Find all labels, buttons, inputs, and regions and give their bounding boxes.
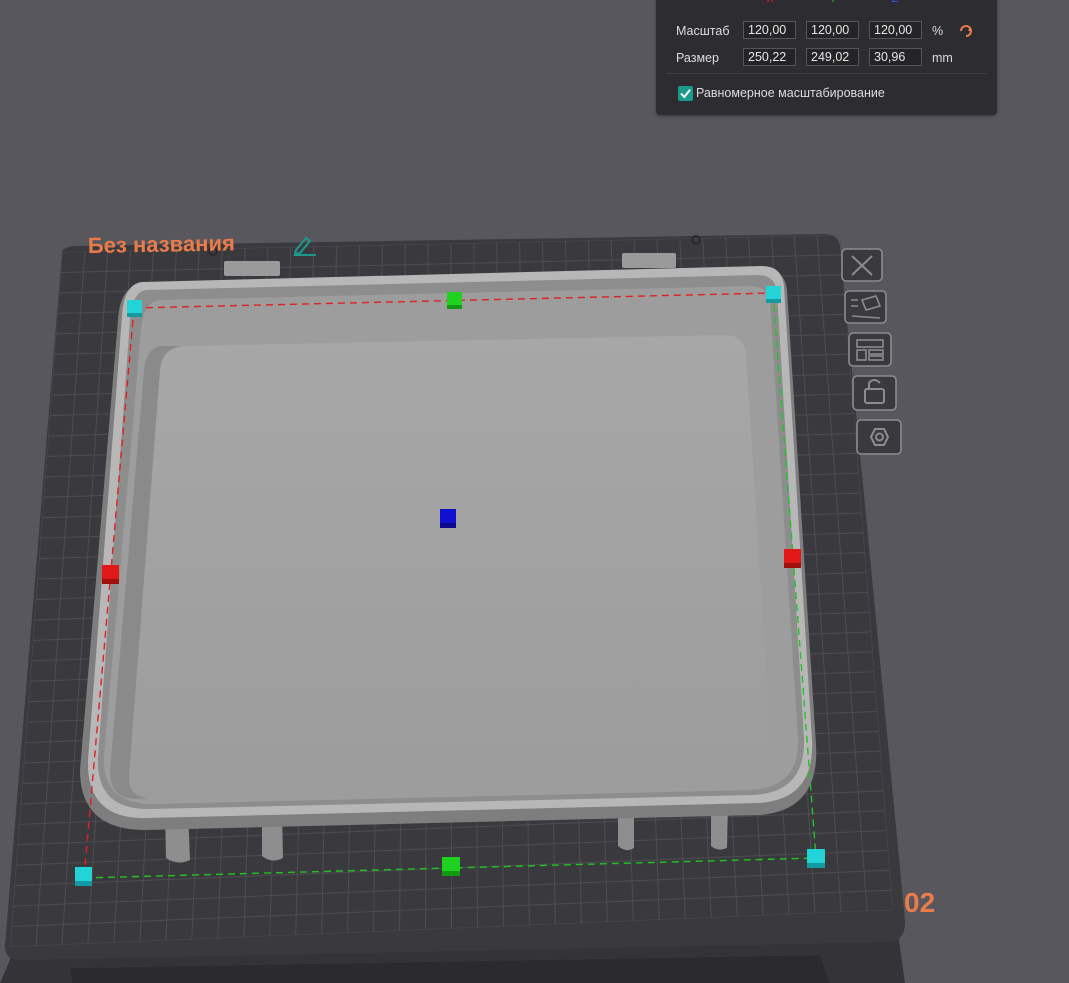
scale-panel: X Y Z Масштаб 120,00 120,00 120,00 % Раз… bbox=[656, 0, 997, 115]
size-z-field[interactable]: 30,96 bbox=[869, 48, 922, 66]
handle-corner-br bbox=[807, 849, 825, 868]
3d-viewport[interactable]: Без названия 02 bbox=[0, 0, 1069, 983]
uniform-scale-checkbox[interactable] bbox=[678, 86, 693, 101]
axis-z-label: Z bbox=[865, 0, 925, 5]
handle-corner-tl bbox=[127, 300, 142, 317]
scale-x-field[interactable]: 120,00 bbox=[743, 21, 796, 39]
handle-corner-bl bbox=[75, 867, 92, 886]
close-icon[interactable] bbox=[841, 248, 883, 282]
auto-orient-icon[interactable] bbox=[844, 290, 887, 324]
tray-model[interactable] bbox=[80, 266, 817, 863]
size-y-field[interactable]: 249,02 bbox=[806, 48, 859, 66]
size-unit: mm bbox=[932, 51, 953, 65]
reset-scale-icon[interactable] bbox=[958, 23, 974, 39]
plate-clip-left bbox=[224, 261, 280, 276]
scale-y-field[interactable]: 120,00 bbox=[806, 21, 859, 39]
arrange-icon[interactable] bbox=[848, 332, 892, 367]
axis-x-label: X bbox=[740, 0, 800, 5]
handle-bottom bbox=[442, 857, 460, 876]
handle-corner-tr bbox=[766, 286, 781, 303]
settings-icon[interactable] bbox=[856, 419, 902, 455]
handle-left bbox=[102, 565, 119, 584]
handle-center bbox=[440, 509, 456, 528]
scale-label: Масштаб bbox=[676, 24, 730, 38]
size-x-field[interactable]: 250,22 bbox=[743, 48, 796, 66]
lock-icon[interactable] bbox=[852, 375, 897, 411]
scale-unit: % bbox=[932, 24, 944, 38]
checkmark-icon bbox=[680, 89, 691, 99]
uniform-scale-label[interactable]: Равномерное масштабирование bbox=[696, 86, 885, 100]
panel-divider bbox=[666, 73, 987, 74]
size-label: Размер bbox=[676, 51, 719, 65]
plate-name[interactable]: Без названия bbox=[88, 230, 235, 258]
axis-y-label: Y bbox=[803, 0, 863, 5]
scale-z-field[interactable]: 120,00 bbox=[869, 21, 922, 39]
plate-clip-right bbox=[622, 253, 676, 268]
handle-top bbox=[447, 292, 462, 309]
plate-number: 02 bbox=[904, 887, 935, 918]
handle-right bbox=[784, 549, 801, 568]
